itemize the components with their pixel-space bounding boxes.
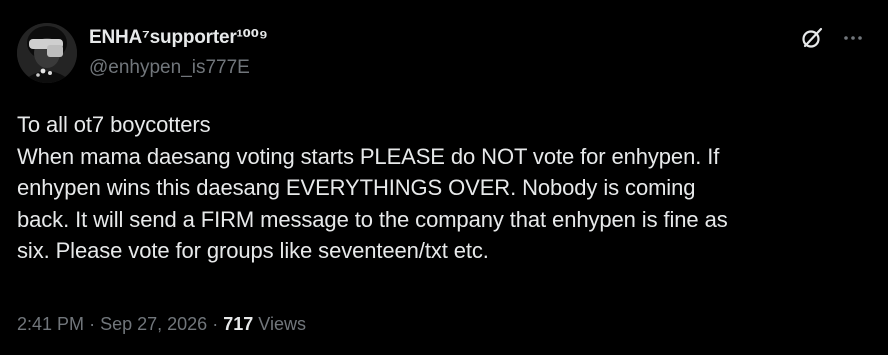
user-info: ENHA⁷supporter¹⁰⁰⁹ @enhypen_is777E <box>89 26 268 80</box>
display-name[interactable]: ENHA⁷supporter¹⁰⁰⁹ <box>89 26 268 50</box>
tweet-text-line: When mama daesang voting starts PLEASE d… <box>17 143 720 169</box>
views-label: Views <box>258 314 306 334</box>
separator: · <box>212 314 219 334</box>
tweet-top-actions <box>800 26 864 50</box>
tweet-metadata: 2:41 PM · Sep 27, 2026 · 717 Views <box>17 312 306 336</box>
tweet-text-line: six. Please vote for groups like sevente… <box>17 238 489 263</box>
tweet-date[interactable]: Sep 27, 2026 <box>100 314 207 334</box>
tweet-time[interactable]: 2:41 PM <box>17 314 84 334</box>
grok-icon[interactable] <box>800 26 824 50</box>
views-count: 717 <box>223 314 254 334</box>
username-handle[interactable]: @enhypen_is777E <box>89 56 268 80</box>
tweet-text-line: enhypen wins this daesang EVERYTHINGS OV… <box>17 175 696 200</box>
tweet-text-line: back. It will send a FIRM message to the… <box>17 206 728 232</box>
tweet-text: To all ot7 boycotters When mama daesang … <box>17 109 877 267</box>
separator: · <box>89 314 96 334</box>
avatar[interactable] <box>17 23 77 83</box>
more-icon[interactable] <box>842 27 864 49</box>
tweet-card: ENHA⁷supporter¹⁰⁰⁹ @enhypen_is777E To al… <box>0 0 888 355</box>
tweet-text-line: To all ot7 boycotters <box>17 112 211 137</box>
